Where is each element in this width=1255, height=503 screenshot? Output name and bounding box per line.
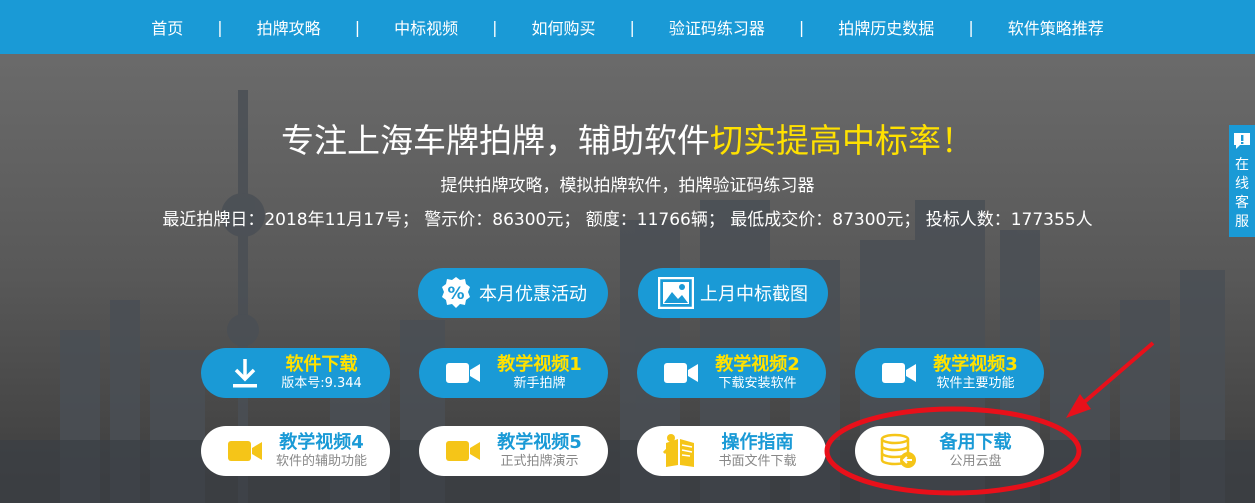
hero-subtitle: 提供拍牌攻略，模拟拍牌软件，拍牌验证码练习器 bbox=[440, 176, 815, 196]
service-char: 在 bbox=[1235, 157, 1249, 173]
button-title: 教学视频3 bbox=[933, 354, 1018, 375]
nav-history-data[interactable]: 拍牌历史数据 bbox=[838, 15, 934, 39]
button-subtitle: 正式拍牌演示 bbox=[500, 454, 579, 469]
button-subtitle: 公用云盘 bbox=[949, 454, 1002, 469]
backup-download-button[interactable]: 备用下载 公用云盘 bbox=[855, 426, 1044, 476]
last-month-screenshot-button[interactable]: 上月中标截图 bbox=[638, 268, 828, 318]
button-subtitle: 版本号:9.344 bbox=[281, 376, 362, 391]
nav-separator: | bbox=[354, 17, 361, 37]
tutorial-video-5-button[interactable]: 教学视频5 正式拍牌演示 bbox=[419, 426, 608, 476]
video-camera-icon bbox=[877, 356, 921, 390]
tutorial-video-2-button[interactable]: 教学视频2 下载安装软件 bbox=[637, 348, 826, 398]
hero-background bbox=[0, 0, 1255, 503]
tutorial-video-3-button[interactable]: 教学视频3 软件主要功能 bbox=[855, 348, 1044, 398]
button-title: 教学视频5 bbox=[497, 432, 582, 453]
nav-home[interactable]: 首页 bbox=[151, 15, 183, 39]
nav-separator: | bbox=[492, 17, 498, 37]
video-camera-icon bbox=[659, 356, 703, 390]
nav-separator: | bbox=[968, 17, 974, 37]
city-skyline-image bbox=[0, 0, 1255, 503]
percent-badge-icon: % bbox=[439, 276, 473, 310]
nav-strategy[interactable]: 拍牌攻略 bbox=[257, 15, 321, 39]
tutorial-video-1-button[interactable]: 教学视频1 新手拍牌 bbox=[419, 348, 608, 398]
button-subtitle: 软件主要功能 bbox=[936, 376, 1015, 391]
promo-button[interactable]: % 本月优惠活动 bbox=[418, 268, 608, 318]
video-camera-icon bbox=[441, 434, 485, 468]
button-title: 教学视频1 bbox=[497, 354, 582, 375]
hero-title: 专注上海车牌拍牌，辅助软件切实提高中标率！ bbox=[0, 114, 1255, 162]
button-subtitle: 下载安装软件 bbox=[718, 376, 797, 391]
cloud-storage-icon bbox=[877, 433, 921, 468]
service-char: 服 bbox=[1235, 214, 1249, 230]
nav-how-to-buy[interactable]: 如何购买 bbox=[531, 15, 595, 39]
button-subtitle: 软件的辅助功能 bbox=[275, 454, 367, 469]
hero-title-highlight: 切实提高中标率！ bbox=[710, 121, 974, 160]
button-title: 软件下载 bbox=[285, 354, 358, 375]
nav-separator: | bbox=[798, 17, 805, 37]
nav-separator: | bbox=[217, 17, 223, 37]
button-subtitle: 新手拍牌 bbox=[513, 376, 566, 391]
service-char: 客 bbox=[1235, 195, 1249, 211]
video-camera-icon bbox=[223, 434, 267, 468]
button-title: 教学视频4 bbox=[279, 432, 364, 453]
download-icon bbox=[223, 356, 267, 390]
picture-frame-icon bbox=[658, 277, 694, 309]
hero-title-main: 专注上海车牌拍牌，辅助软件 bbox=[281, 121, 710, 160]
online-customer-service-tab[interactable]: 在 线 客 服 bbox=[1229, 125, 1255, 237]
svg-text:%: % bbox=[447, 284, 464, 304]
chat-bubble-icon bbox=[1232, 131, 1252, 155]
guide-book-icon bbox=[659, 434, 703, 468]
nav-separator: | bbox=[629, 17, 635, 37]
operation-guide-button[interactable]: 操作指南 书面文件下载 bbox=[637, 426, 826, 476]
video-camera-icon bbox=[441, 356, 485, 390]
nav-captcha-trainer[interactable]: 验证码练习器 bbox=[669, 15, 765, 39]
nav-winning-videos[interactable]: 中标视频 bbox=[394, 15, 458, 39]
tutorial-video-4-button[interactable]: 教学视频4 软件的辅助功能 bbox=[201, 426, 390, 476]
top-navigation: 首页 | 拍牌攻略 | 中标视频 | 如何购买 | 验证码练习器 | 拍牌历史数… bbox=[0, 0, 1255, 54]
button-subtitle: 书面文件下载 bbox=[718, 454, 797, 469]
screenshot-label: 上月中标截图 bbox=[700, 284, 808, 305]
nav-software-recommend[interactable]: 软件策略推荐 bbox=[1008, 15, 1104, 39]
button-title: 操作指南 bbox=[721, 432, 794, 453]
hero-stats: 最近拍牌日：2018年11月17号； 警示价：86300元； 额度：11766辆… bbox=[162, 210, 1093, 230]
button-title: 备用下载 bbox=[939, 432, 1012, 453]
software-download-button[interactable]: 软件下载 版本号:9.344 bbox=[201, 348, 390, 398]
promo-label: 本月优惠活动 bbox=[479, 284, 587, 305]
button-title: 教学视频2 bbox=[715, 354, 800, 375]
service-char: 线 bbox=[1235, 176, 1249, 192]
